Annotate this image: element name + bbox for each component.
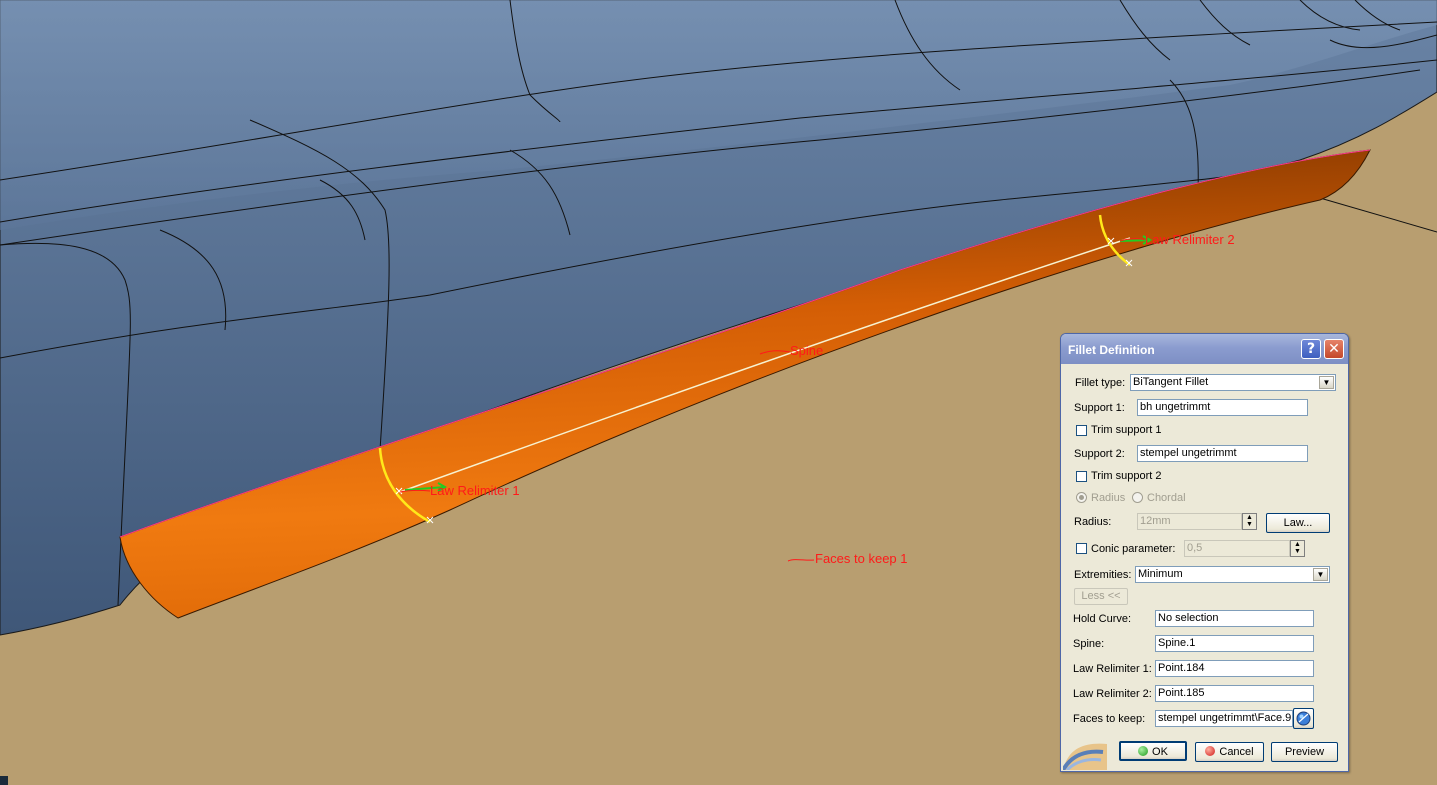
ok-button[interactable]: OK: [1119, 741, 1187, 761]
radius-spinner[interactable]: ▲ ▼: [1242, 513, 1257, 530]
annotation-law-relimiter-1[interactable]: Law Relimiter 1: [430, 484, 520, 498]
extremities-combo[interactable]: Minimum ▼: [1135, 566, 1330, 583]
support2-field[interactable]: stempel ungetrimmt: [1137, 445, 1308, 462]
hold-curve-field[interactable]: No selection: [1155, 610, 1314, 627]
conic-parameter-field[interactable]: 0,5: [1184, 540, 1290, 557]
faces-list-button[interactable]: [1293, 708, 1314, 729]
chevron-down-icon[interactable]: ▼: [1313, 568, 1328, 581]
law-relimiter2-field[interactable]: Point.185: [1155, 685, 1314, 702]
chordal-radio[interactable]: [1132, 492, 1143, 503]
green-dot-icon: [1138, 746, 1149, 756]
support1-field[interactable]: bh ungetrimmt: [1137, 399, 1308, 416]
radius-radio[interactable]: [1076, 492, 1087, 503]
hold-curve-label: Hold Curve:: [1073, 613, 1132, 625]
chordal-option-label: Chordal: [1147, 492, 1186, 504]
law-relimiter2-label: Law Relimiter 2:: [1073, 688, 1152, 700]
extremities-value: Minimum: [1138, 568, 1183, 580]
bullet-list-icon: [1296, 711, 1311, 726]
conic-spinner[interactable]: ▲ ▼: [1290, 540, 1305, 557]
trim-support1-label: Trim support 1: [1091, 424, 1162, 436]
annotation-law-relimiter-2[interactable]: Law Relimiter 2: [1145, 233, 1235, 247]
cancel-button[interactable]: Cancel: [1195, 742, 1264, 762]
cancel-label: Cancel: [1219, 746, 1254, 758]
catia-swoosh-logo: [1063, 743, 1107, 770]
law-relimiter1-label: Law Relimiter 1:: [1073, 663, 1152, 675]
radius-option-label: Radius: [1091, 492, 1126, 504]
annotation-faces-to-keep[interactable]: Faces to keep 1: [815, 552, 908, 566]
support1-label: Support 1:: [1074, 402, 1125, 414]
faces-to-keep-field[interactable]: stempel ungetrimmt\Face.9: [1155, 710, 1293, 727]
trim-support1-checkbox[interactable]: [1076, 425, 1087, 436]
radius-label: Radius:: [1074, 516, 1112, 528]
spine-label: Spine:: [1073, 638, 1105, 650]
trim-support2-label: Trim support 2: [1091, 470, 1162, 482]
less-button[interactable]: Less <<: [1074, 588, 1128, 605]
faces-to-keep-label: Faces to keep:: [1073, 713, 1146, 725]
help-button[interactable]: ?: [1301, 339, 1321, 359]
annotation-spine[interactable]: Spine: [790, 344, 823, 358]
preview-button[interactable]: Preview: [1271, 742, 1338, 762]
fillet-type-label: Fillet type:: [1075, 377, 1126, 389]
support2-label: Support 2:: [1074, 448, 1125, 460]
fillet-definition-dialog: Fillet Definition ? ✕ Fillet type: BiTan…: [1060, 333, 1349, 772]
trim-support2-checkbox[interactable]: [1076, 471, 1087, 482]
dialog-title: Fillet Definition: [1068, 343, 1155, 357]
corner-marker: [0, 776, 8, 785]
law-relimiter1-field[interactable]: Point.184: [1155, 660, 1314, 677]
conic-parameter-checkbox[interactable]: [1076, 543, 1087, 554]
fillet-type-value: BiTangent Fillet: [1133, 376, 1209, 388]
fillet-type-combo[interactable]: BiTangent Fillet ▼: [1130, 374, 1336, 391]
ok-label: OK: [1152, 746, 1168, 758]
chevron-down-icon[interactable]: ▼: [1319, 376, 1334, 389]
dialog-titlebar[interactable]: Fillet Definition ? ✕: [1061, 334, 1348, 364]
conic-parameter-label: Conic parameter:: [1091, 543, 1176, 555]
close-button[interactable]: ✕: [1324, 339, 1344, 359]
spine-field[interactable]: Spine.1: [1155, 635, 1314, 652]
red-dot-icon: [1205, 746, 1216, 756]
law-button[interactable]: Law...: [1266, 513, 1330, 533]
extremities-label: Extremities:: [1074, 569, 1132, 581]
radius-field[interactable]: 12mm: [1137, 513, 1242, 530]
